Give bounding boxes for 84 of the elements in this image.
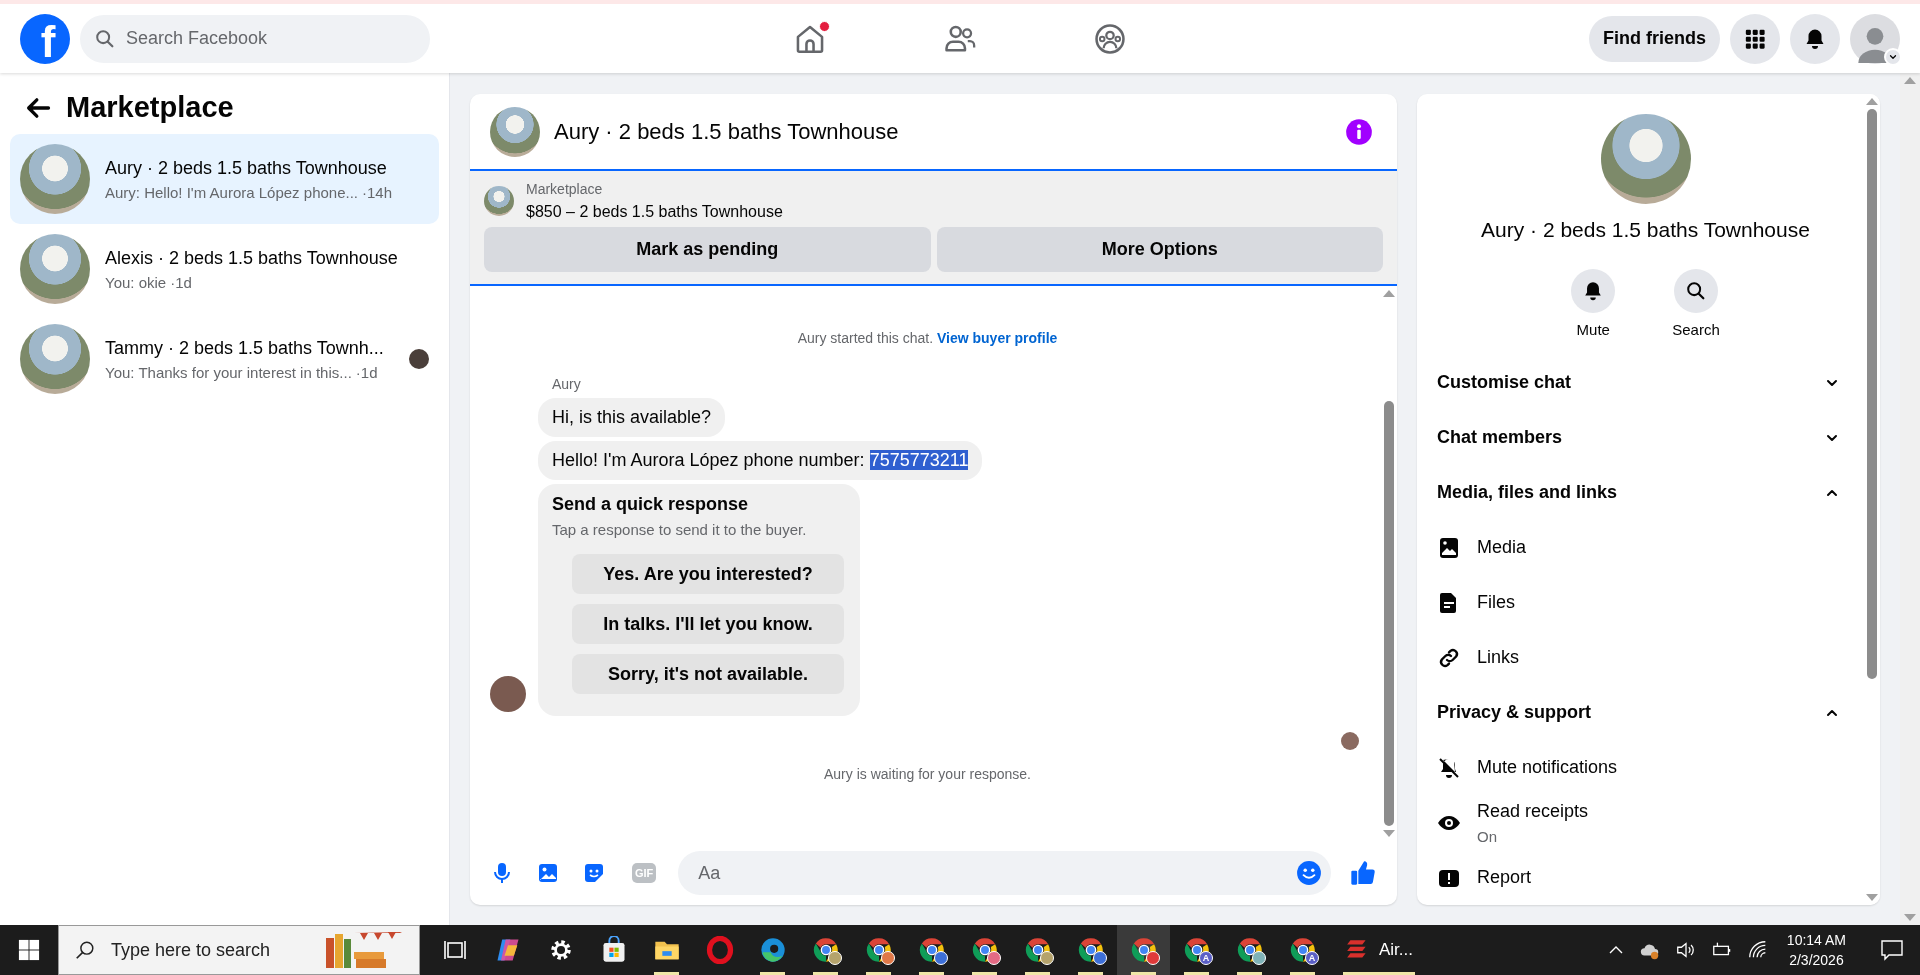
mute-button[interactable]: Mute	[1565, 268, 1622, 339]
clock-date[interactable]: 2/3/2026	[1789, 952, 1844, 968]
timestamp: ·1d	[355, 363, 378, 381]
search-icon	[94, 27, 116, 50]
menu-item[interactable]: Files	[1477, 592, 1515, 613]
search-icon	[74, 939, 96, 961]
page-scrollbar[interactable]	[1900, 73, 1920, 925]
group-icon	[1093, 21, 1127, 56]
logo[interactable]: f	[20, 13, 70, 64]
message-preview: Aury: Hello! I'm Aurora López phone...	[105, 183, 358, 201]
conversation-item[interactable]: Alexis · 2 beds 1.5 baths Townhouse You: okie ·1d	[10, 224, 439, 314]
menu-item[interactable]: Report	[1477, 867, 1532, 888]
task-view-icon	[442, 938, 467, 962]
clock-time[interactable]: 10:14 AM	[1786, 932, 1846, 948]
search-field[interactable]: Search Facebook	[80, 14, 430, 63]
message-bubble: Hi, is this available?	[538, 398, 726, 437]
menu-item[interactable]: Media	[1477, 537, 1527, 558]
find-friends-button[interactable]: Find friends	[1589, 15, 1720, 62]
conversation-title: Aury · 2 beds 1.5 baths Townhouse	[105, 157, 388, 179]
menu-item[interactable]: Mute notifications	[1477, 757, 1618, 778]
notifications-button[interactable]	[1790, 13, 1840, 64]
avatar	[490, 676, 526, 712]
chat-intro: Aury started this chat. View buyer profile	[796, 330, 1059, 346]
timestamp: ·14h	[362, 183, 393, 201]
conversation-title: Alexis · 2 beds 1.5 baths Townhouse	[105, 247, 399, 269]
waiting-status: Aury is waiting for your response.	[823, 766, 1032, 782]
action-button[interactable]: More Options	[936, 227, 1383, 272]
menu-item[interactable]: Read receipts	[1477, 800, 1589, 822]
taskbar-app[interactable]: A	[1170, 925, 1223, 975]
bell-slash-icon	[1437, 755, 1461, 780]
read-receipt-avatar	[1341, 732, 1359, 750]
image-icon	[1437, 535, 1461, 560]
page-title: Marketplace	[66, 91, 234, 124]
quick-response-hint: Tap a response to send it to the buyer.	[552, 521, 808, 538]
buyer-profile-link[interactable]: View buyer profile	[936, 330, 1058, 346]
sticker-icon	[582, 861, 606, 885]
profile-badge: A	[1199, 951, 1213, 965]
conversation-title: Tammy · 2 beds 1.5 baths Townh...	[105, 337, 385, 359]
taskbar-app[interactable]	[1117, 925, 1170, 975]
speech-bubble-icon	[1880, 938, 1904, 962]
section-header[interactable]: Privacy & support	[1437, 685, 1854, 740]
quick-response-title: Send a quick response	[552, 494, 750, 515]
section-header[interactable]: Customise chat	[1437, 355, 1854, 410]
action-button[interactable]: Mark as pending	[484, 227, 931, 272]
conversation-item[interactable]: Tammy · 2 beds 1.5 baths Townh... You: Thanks for your interest in this... ·1d	[10, 314, 439, 404]
chat-name: Aury · 2 beds 1.5 baths Townhouse	[1480, 218, 1811, 242]
panel-scrollbar[interactable]	[1864, 94, 1880, 905]
taskbar-app[interactable]: A	[1276, 925, 1329, 975]
quick-reply-button[interactable]: Yes. Are you interested?	[572, 554, 844, 594]
info-icon	[1345, 117, 1373, 146]
quick-reply-button[interactable]: In talks. I'll let you know.	[572, 604, 844, 644]
setting-value: On	[1477, 827, 1498, 845]
thumbs-up-icon	[1349, 859, 1377, 887]
quick-reply-button[interactable]: Sorry, it's not available.	[572, 654, 844, 694]
search-icon	[1685, 280, 1707, 302]
sender-name: Aury	[551, 376, 581, 392]
emoji-icon	[1296, 860, 1322, 886]
message-preview: You: Thanks for your interest in this...	[105, 363, 352, 381]
listing-label: Marketplace	[526, 181, 604, 197]
search-button[interactable]: Search	[1666, 268, 1726, 339]
section-header[interactable]: Chat members	[1437, 410, 1854, 465]
taskbar-search[interactable]: Type here to search	[58, 925, 420, 975]
image-icon	[536, 861, 560, 885]
message-preview: You: okie	[105, 273, 167, 291]
grid-icon	[1744, 27, 1766, 50]
message-bubble: Hello! I'm Aurora López phone number: 7575773211	[538, 441, 983, 480]
menu-button[interactable]	[1730, 13, 1780, 64]
opera-icon	[705, 936, 734, 964]
profile-badge: A	[1305, 951, 1319, 965]
taskbar-app[interactable]: Air...	[1329, 925, 1429, 975]
profile-avatar[interactable]	[1850, 13, 1900, 64]
edge-icon	[758, 936, 787, 964]
photo-placeholder	[490, 106, 540, 157]
conversation-item[interactable]: Aury · 2 beds 1.5 baths Townhouse Aury: Hello! I'm Aurora López phone... ·14h	[10, 134, 439, 224]
listing-summary: $850 – 2 beds 1.5 baths Townhouse	[526, 203, 783, 221]
section-header[interactable]: Media, files and links	[1437, 465, 1854, 520]
speaker-icon	[1674, 939, 1697, 961]
message-input[interactable]: Aa	[678, 851, 1331, 895]
windows-icon	[18, 939, 40, 961]
photo-placeholder	[484, 186, 514, 216]
chat-title: Aury · 2 beds 1.5 baths Townhouse	[554, 118, 900, 145]
timestamp: ·1d	[170, 273, 192, 291]
menu-item[interactable]: Links	[1477, 647, 1520, 668]
chat-scrollbar[interactable]	[1381, 286, 1397, 841]
